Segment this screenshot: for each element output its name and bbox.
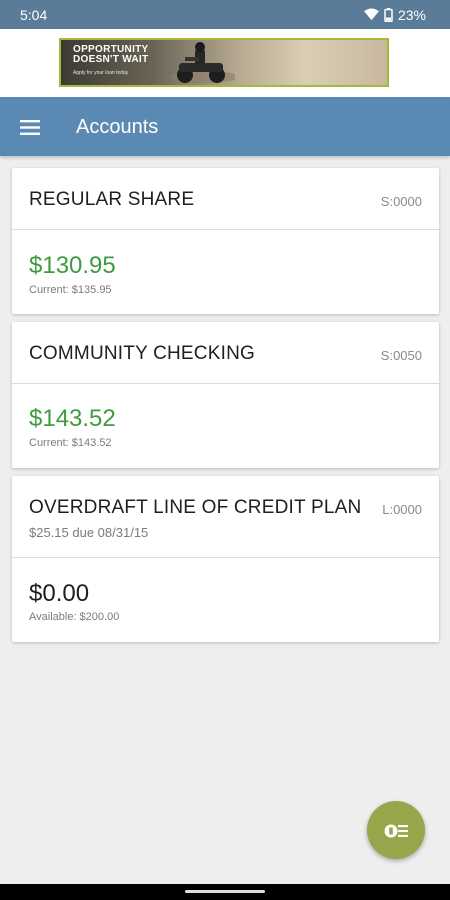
card-divider [12,229,439,230]
account-card-community-checking[interactable]: COMMUNITY CHECKING S:0050 $143.52 Curren… [12,322,439,468]
account-code: S:0000 [380,194,422,209]
card-divider [12,557,439,558]
home-gesture-handle[interactable] [185,890,265,893]
account-name: REGULAR SHARE [29,189,195,210]
account-name: COMMUNITY CHECKING [29,343,255,364]
battery-percentage: 23% [397,6,426,23]
ad-area: OPPORTUNITY DOESN'T WAIT Apply for your … [0,29,450,97]
account-card-regular-share[interactable]: REGULAR SHARE S:0000 $130.95 Current: $1… [12,168,439,314]
status-time: 5:04 [20,6,48,23]
wifi-icon [364,8,379,21]
account-code: S:0050 [380,348,422,363]
transfer-fab-button[interactable] [367,801,425,859]
ad-banner[interactable]: OPPORTUNITY DOESN'T WAIT Apply for your … [59,38,389,87]
transfer-money-icon [384,824,408,838]
atv-rider-image [171,42,235,83]
system-navigation-bar [0,884,450,900]
account-current-balance: Current: $143.52 [29,437,112,449]
account-current-balance: Current: $135.95 [29,284,112,296]
ad-headline: OPPORTUNITY DOESN'T WAIT [73,45,149,65]
battery-icon [384,7,393,22]
ad-subtext: Apply for your loan today [73,70,129,76]
account-balance: $0.00 [29,580,90,607]
menu-button[interactable] [14,111,46,143]
account-card-overdraft-line[interactable]: OVERDRAFT LINE OF CREDIT PLAN L:0000 $25… [12,476,439,642]
status-icons: 23% [364,7,426,23]
app-bar: Accounts [0,97,450,156]
ad-headline-line2: DOESN'T WAIT [73,54,149,65]
page-title: Accounts [76,116,159,138]
hamburger-menu-icon [20,119,40,135]
card-divider [12,383,439,384]
account-balance: $143.52 [29,405,116,432]
account-name: OVERDRAFT LINE OF CREDIT PLAN [29,497,362,518]
account-payment-due: $25.15 due 08/31/15 [29,525,149,540]
status-bar: 5:04 23% [0,0,450,29]
account-code: L:0000 [382,502,422,517]
account-available-credit: Available: $200.00 [29,611,120,623]
account-balance: $130.95 [29,252,116,279]
